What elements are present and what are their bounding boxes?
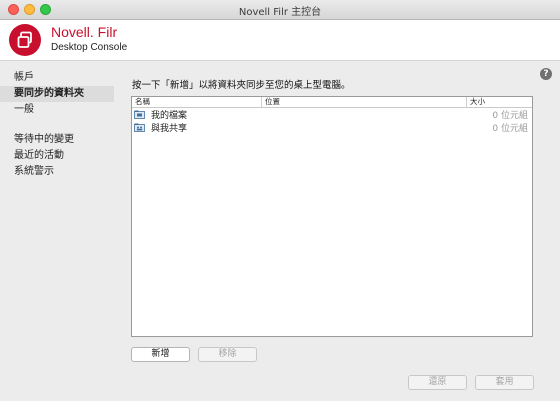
window-title: Novell Filr 主控台 xyxy=(238,7,322,18)
brand-name: Novell. Filr xyxy=(51,24,118,40)
row-size: 0 位元組 xyxy=(492,124,528,134)
help-icon[interactable]: ? xyxy=(540,68,552,80)
sidebar-item-system-alerts[interactable]: 系統警示 xyxy=(0,164,114,180)
list-header: 名稱 位置 大小 xyxy=(132,97,532,108)
row-name: 我的檔案 xyxy=(151,111,188,121)
shared-folder-icon xyxy=(134,123,145,132)
add-folder-button[interactable]: 新增 xyxy=(131,347,190,362)
row-name: 與我共享 xyxy=(151,124,188,134)
sidebar-item-general[interactable]: 一般 xyxy=(0,102,114,118)
brand-subtitle: Desktop Console xyxy=(51,42,128,53)
app-header: Novell. Filr Desktop Console xyxy=(0,20,560,61)
my-files-folder-icon xyxy=(134,110,145,119)
column-header-name[interactable]: 名稱 xyxy=(132,97,262,107)
column-header-location[interactable]: 位置 xyxy=(262,97,467,107)
list-item-shared-with-me[interactable]: 與我共享 0 位元組 xyxy=(132,121,532,134)
column-header-size[interactable]: 大小 xyxy=(467,97,532,107)
sidebar-item-recent-activity[interactable]: 最近的活動 xyxy=(0,148,114,164)
instruction-text: 按一下「新增」以將資料夾同步至您的桌上型電腦。 xyxy=(132,80,351,91)
title-bar: Novell Filr 主控台 xyxy=(0,0,560,20)
sidebar-nav: 帳戶 要同步的資料夾 一般 等待中的變更 最近的活動 系統警示 xyxy=(0,70,114,180)
list-item-my-files[interactable]: 我的檔案 0 位元組 xyxy=(132,108,532,121)
sidebar-item-accounts[interactable]: 帳戶 xyxy=(0,70,114,86)
remove-folder-button[interactable]: 移除 xyxy=(198,347,257,362)
folder-list[interactable]: 名稱 位置 大小 我的檔案 0 位元組 與我共享 0 位元組 xyxy=(131,96,533,337)
apply-button[interactable]: 套用 xyxy=(475,375,534,390)
revert-button[interactable]: 還原 xyxy=(408,375,467,390)
sidebar-item-folders-to-sync[interactable]: 要同步的資料夾 xyxy=(0,86,114,102)
novell-logo-icon xyxy=(9,24,41,56)
row-size: 0 位元組 xyxy=(492,111,528,121)
sidebar-item-pending-changes[interactable]: 等待中的變更 xyxy=(0,132,114,148)
